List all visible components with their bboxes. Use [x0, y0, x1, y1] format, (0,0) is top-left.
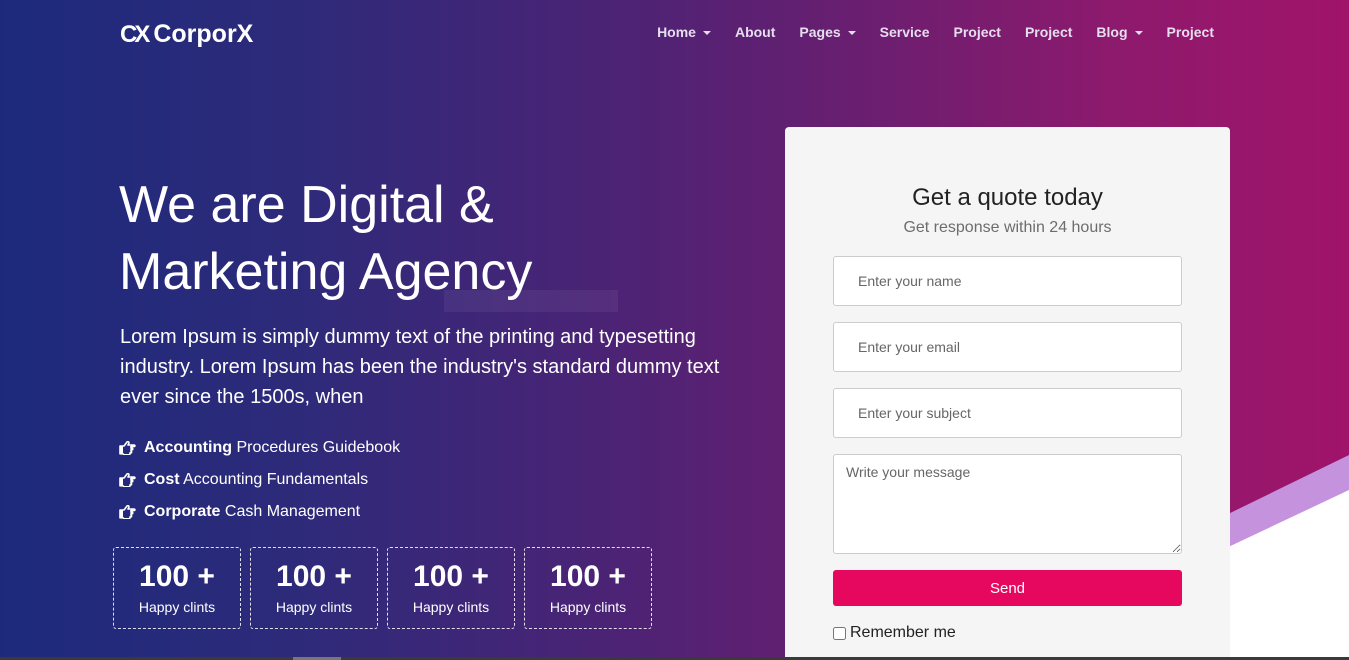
- caret-down-icon: [702, 30, 711, 35]
- nav-item-service[interactable]: Service: [880, 24, 930, 40]
- stat-label: Happy clints: [275, 599, 353, 615]
- stat-value: 100 +: [276, 560, 352, 593]
- feature-text: Accounting Fundamentals: [179, 471, 369, 488]
- quote-form-card: Get a quote today Get response within 24…: [785, 127, 1230, 660]
- remember-me[interactable]: Remember me: [833, 624, 956, 642]
- message-textarea[interactable]: [833, 454, 1182, 554]
- feature-bold: Accounting: [144, 439, 232, 456]
- feature-text: Cash Management: [220, 503, 361, 520]
- nav-item-label: Pages: [799, 24, 841, 40]
- nav-item-label: Project: [1024, 24, 1073, 40]
- email-input[interactable]: [833, 322, 1182, 372]
- stats-row: 100 + Happy clints 100 + Happy clints 100 + H…: [113, 547, 652, 629]
- feature-list: Accounting Procedures Guidebook Cost Acco…: [119, 432, 400, 528]
- logo-mark-icon: CX: [120, 20, 150, 48]
- caret-down-icon: [1134, 30, 1143, 35]
- hand-point-right-icon: [119, 473, 136, 487]
- send-button[interactable]: Send: [833, 570, 1182, 606]
- feature-bold: Cost: [144, 471, 180, 488]
- caret-down-icon: [847, 30, 856, 35]
- feature-item: Cost Accounting Fundamentals: [119, 464, 400, 496]
- stat-value: 100 +: [139, 560, 215, 593]
- hero-description: Lorem Ipsum is simply dummy text of the …: [120, 326, 720, 408]
- hand-point-right-icon: [119, 505, 136, 519]
- hero-title: We are Digital & Marketing Agency: [119, 172, 759, 306]
- main-nav: Home About Pages Service Project Project Blog P…: [657, 24, 1214, 40]
- nav-item-label: Home: [657, 24, 696, 40]
- nav-item-label: Project: [1166, 24, 1214, 40]
- nav-item-project[interactable]: Project: [1025, 24, 1072, 40]
- ghost-overlay: [444, 290, 618, 312]
- stat-box: 100 + Happy clints: [387, 547, 515, 629]
- nav-item-blog[interactable]: Blog: [1096, 24, 1143, 40]
- remember-checkbox[interactable]: [833, 626, 846, 640]
- logo-text: CorporX: [153, 20, 254, 48]
- stat-label: Happy clints: [549, 599, 627, 615]
- nav-item-home[interactable]: Home: [657, 24, 711, 40]
- nav-item-pages[interactable]: Pages: [799, 24, 856, 40]
- nav-item-about[interactable]: About: [735, 24, 775, 40]
- stat-box: 100 + Happy clints: [250, 547, 378, 629]
- hero-title-line1: We are Digital &: [119, 176, 494, 234]
- name-input[interactable]: [833, 256, 1182, 306]
- site-logo[interactable]: CX CorporX: [120, 20, 253, 49]
- feature-item: Corporate Cash Management: [119, 496, 400, 528]
- nav-item-label: Blog: [1096, 24, 1128, 40]
- nav-item-project[interactable]: Project: [953, 24, 1000, 40]
- stat-box: 100 + Happy clints: [524, 547, 652, 629]
- feature-item: Accounting Procedures Guidebook: [119, 432, 400, 464]
- stat-label: Happy clints: [138, 599, 216, 615]
- nav-item-label: Service: [879, 24, 930, 40]
- nav-item-label: About: [734, 24, 776, 40]
- nav-item-label: Project: [953, 24, 1001, 40]
- form-subtitle: Get response within 24 hours: [903, 219, 1112, 236]
- stat-value: 100 +: [550, 560, 626, 593]
- stat-value: 100 +: [413, 560, 489, 593]
- stat-label: Happy clints: [412, 599, 490, 615]
- hand-point-right-icon: [119, 441, 136, 455]
- remember-label: Remember me: [850, 624, 956, 641]
- feature-bold: Corporate: [144, 503, 221, 520]
- nav-item-project[interactable]: Project: [1167, 24, 1214, 40]
- subject-input[interactable]: [833, 388, 1182, 438]
- feature-text: Procedures Guidebook: [232, 439, 401, 456]
- stat-box: 100 + Happy clints: [113, 547, 241, 629]
- form-title: Get a quote today: [912, 184, 1103, 211]
